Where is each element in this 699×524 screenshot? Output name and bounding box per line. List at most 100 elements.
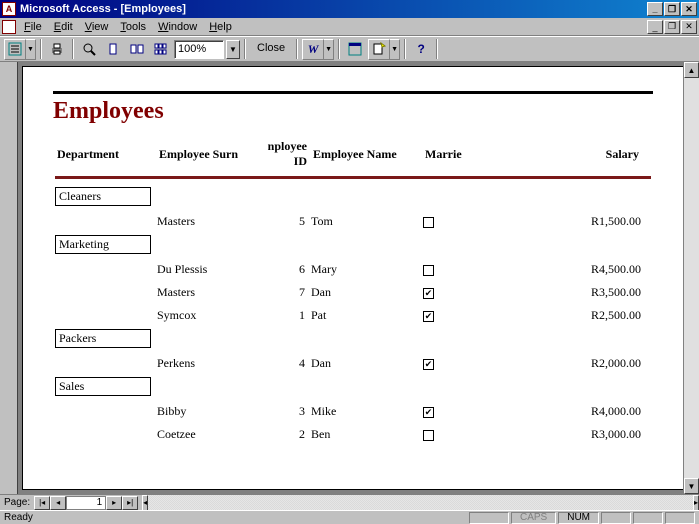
married-checkbox: ✔ (423, 311, 434, 322)
status-text: Ready (4, 512, 467, 523)
cell-salary: R4,500.00 (485, 256, 651, 277)
cell-name: Dan (311, 279, 421, 300)
maximize-button[interactable]: ❐ (664, 2, 680, 16)
cell-surname: Symcox (157, 302, 252, 323)
department-group: Cleaners (55, 187, 151, 206)
department-group: Marketing (55, 235, 151, 254)
toolbar: ▼ 100% ▼ Close W ▼ ▼ ? (0, 36, 699, 62)
cell-id: 3 (254, 398, 309, 419)
report-table: DepartmentEmployee Surnnployee IDEmploye… (53, 135, 653, 444)
employee-row: Perkens4Dan✔R2,000.00 (55, 350, 651, 371)
department-group: Sales (55, 377, 151, 396)
page-navigator: Page: |◂ ◂ 1 ▸ ▸| ◂ ▸ (0, 494, 699, 510)
database-window-button[interactable] (344, 39, 366, 60)
view-mode-button[interactable] (4, 39, 26, 60)
employee-row: Bibby3Mike✔ R4,000.00 (55, 398, 651, 419)
doc-minimize-button[interactable]: _ (647, 20, 663, 34)
cell-surname: Masters (157, 208, 252, 229)
document-icon (2, 20, 16, 34)
cell-name: Pat (311, 302, 421, 323)
titlebar: A Microsoft Access - [Employees] _ ❐ ✕ (0, 0, 699, 18)
married-checkbox: ✔ (423, 359, 434, 370)
new-object-button[interactable] (368, 39, 390, 60)
page-number-input[interactable]: 1 (66, 496, 106, 510)
menu-edit[interactable]: Edit (48, 19, 79, 35)
export-word-button[interactable]: W (302, 39, 324, 60)
cell-salary: R2,000.00 (485, 350, 651, 371)
col-married: Marrie (425, 139, 485, 171)
first-page-button[interactable]: |◂ (34, 496, 50, 510)
married-checkbox (423, 217, 434, 228)
zoom-input[interactable]: 100% (174, 40, 224, 59)
window-title: Microsoft Access - [Employees] (20, 3, 647, 15)
cell-id: 2 (254, 421, 309, 442)
menu-view[interactable]: View (79, 19, 115, 35)
doc-close-button[interactable]: ✕ (681, 20, 697, 34)
minimize-button[interactable]: _ (647, 2, 663, 16)
cell-salary: R3,000.00 (485, 421, 651, 442)
cell-name: Ben (311, 421, 421, 442)
cell-salary: R1,500.00 (485, 208, 651, 229)
employee-row: Masters5TomR1,500.00 (55, 208, 651, 229)
status-rec (665, 512, 695, 524)
scroll-down-button[interactable]: ▼ (684, 478, 699, 494)
married-checkbox: ✔ (423, 407, 434, 418)
married-checkbox (423, 430, 434, 441)
cell-name: Dan (311, 350, 421, 371)
report-page: Employees DepartmentEmployee Surnnployee… (22, 66, 683, 490)
status-ext (469, 512, 509, 524)
status-num: NUM (558, 512, 599, 524)
status-caps: CAPS (511, 512, 556, 524)
cell-id: 4 (254, 350, 309, 371)
cell-surname: Masters (157, 279, 252, 300)
help-button[interactable]: ? (410, 39, 432, 60)
col-salary: Salary (487, 139, 649, 171)
menu-help[interactable]: Help (203, 19, 238, 35)
cell-surname: Bibby (157, 398, 252, 419)
close-button[interactable]: ✕ (681, 2, 697, 16)
cell-name: Mike (311, 398, 421, 419)
one-page-button[interactable] (102, 39, 124, 60)
menu-tools[interactable]: Tools (114, 19, 152, 35)
multi-page-button[interactable] (150, 39, 172, 60)
close-preview-button[interactable]: Close (250, 39, 292, 60)
prev-page-button[interactable]: ◂ (50, 496, 66, 510)
married-checkbox (423, 265, 434, 276)
cell-salary: R4,000.00 (485, 398, 651, 419)
doc-restore-button[interactable]: ❐ (664, 20, 680, 34)
report-title: Employees (53, 91, 653, 135)
married-checkbox: ✔ (423, 288, 434, 299)
print-button[interactable] (46, 39, 68, 60)
last-page-button[interactable]: ▸| (122, 496, 138, 510)
employee-row: Du Plessis6MaryR4,500.00 (55, 256, 651, 277)
next-page-button[interactable]: ▸ (106, 496, 122, 510)
cell-name: Tom (311, 208, 421, 229)
menu-window[interactable]: Window (152, 19, 203, 35)
menu-file[interactable]: File (18, 19, 48, 35)
two-page-button[interactable] (126, 39, 148, 60)
col-id: nployee ID (256, 139, 311, 171)
department-group: Packers (55, 329, 151, 348)
col-department: Department (57, 139, 157, 171)
hscroll-right-button[interactable]: ▸ (693, 495, 699, 511)
cell-id: 6 (254, 256, 309, 277)
zoom-dropdown[interactable]: ▼ (226, 40, 240, 59)
employee-row: Symcox1Pat✔R2,500.00 (55, 302, 651, 323)
new-object-dropdown[interactable]: ▼ (390, 39, 400, 60)
cell-id: 1 (254, 302, 309, 323)
document-area[interactable]: Employees DepartmentEmployee Surnnployee… (18, 62, 683, 494)
access-app-icon: A (2, 2, 16, 16)
scroll-track[interactable] (684, 78, 699, 478)
scroll-up-button[interactable]: ▲ (684, 62, 699, 78)
cell-surname: Coetzee (157, 421, 252, 442)
hscroll-track[interactable] (148, 495, 693, 511)
export-word-dropdown[interactable]: ▼ (324, 39, 334, 60)
cell-id: 7 (254, 279, 309, 300)
vertical-scrollbar[interactable]: ▲ ▼ (683, 62, 699, 494)
page-label: Page: (0, 497, 34, 508)
col-surname: Employee Surn (159, 139, 254, 171)
view-mode-dropdown[interactable]: ▼ (26, 39, 36, 60)
cell-surname: Du Plessis (157, 256, 252, 277)
zoom-tool-button[interactable] (78, 39, 100, 60)
col-name: Employee Name (313, 139, 423, 171)
